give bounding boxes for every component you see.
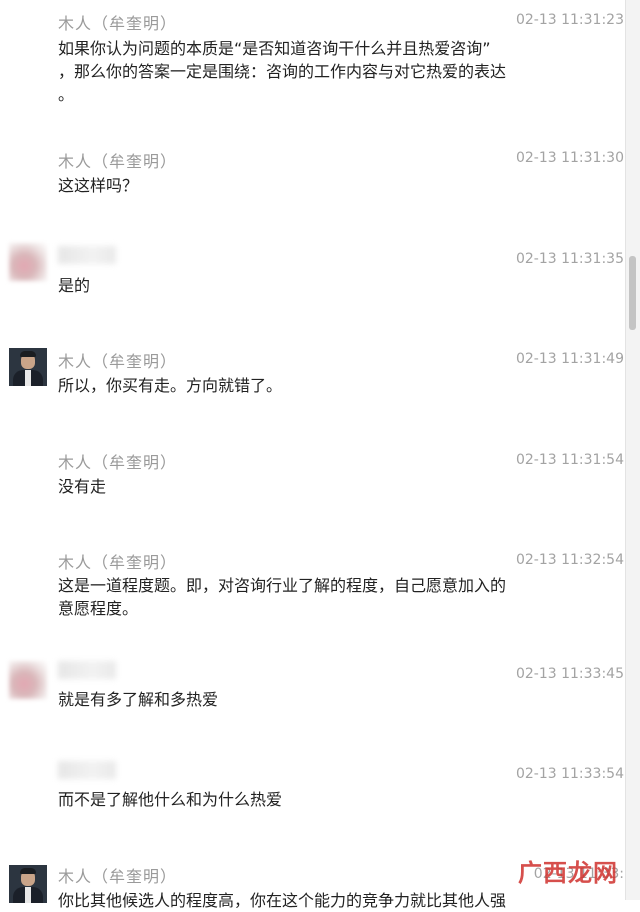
message-text: 就是有多了解和多热爱 [58,690,219,709]
message-text: 这这样吗？ [58,176,139,195]
sender-name-redacted [58,761,116,779]
message-timestamp: 02-13 11:33:45 [515,666,624,682]
message-text: 这是一道程度题。即，对咨询行业了解的程度，自己愿意加入的 意愿程度。 [58,576,507,618]
message-sender: 木人（牟奎明） [58,352,178,371]
avatar[interactable] [9,348,47,386]
message-sender: 木人（牟奎明） [58,867,178,886]
avatar[interactable] [9,243,47,281]
message-sender: 木人（牟奎明） [58,553,178,572]
vertical-scrollbar[interactable] [625,0,640,900]
watermark-text: 广西龙网 [518,859,618,887]
message-timestamp: 02-13 11:31:23 [515,12,624,28]
message-text: 如果你认为问题的本质是“是否知道咨询干什么并且热爱咨询” ，那么你的答案一定是围… [58,39,507,104]
message-text: 所以，你买有走。方向就错了。 [58,376,283,395]
avatar-hair [20,868,36,874]
message-sender: 木人（牟奎明） [58,152,178,171]
message-timestamp: 02-13 11:31:30 [515,150,624,166]
avatar-shirt [25,370,31,386]
chat-message-list[interactable]: 木人（牟奎明） 02-13 11:31:23 如果你认为问题的本质是“是否知道咨… [0,0,626,910]
message-timestamp: 02-13 11:31:54 [515,452,624,468]
avatar-shirt [25,887,31,903]
message-sender: 木人（牟奎明） [58,453,178,472]
message-text: 是的 [58,276,91,295]
sender-name-redacted [58,661,116,679]
message-sender: 木人（牟奎明） [58,14,178,33]
message-text: 而不是了解他什么和为什么热爱 [58,790,283,809]
scrollbar-thumb[interactable] [629,256,636,330]
sender-name-redacted [58,246,116,264]
message-text: 你比其他候选人的程度高，你在这个能力的竞争力就比其他人强 [58,891,507,910]
watermark: 广西龙网 [518,853,618,888]
message-text: 没有走 [58,477,107,496]
avatar[interactable] [9,865,47,903]
message-timestamp: 02-13 11:31:35 [515,251,624,267]
message-timestamp: 02-13 11:31:49 [515,351,624,367]
message-timestamp: 02-13 11:32:54 [515,552,624,568]
message-timestamp: 02-13 11:33:54 [515,766,624,782]
avatar-hair [20,351,36,357]
avatar[interactable] [9,661,47,699]
